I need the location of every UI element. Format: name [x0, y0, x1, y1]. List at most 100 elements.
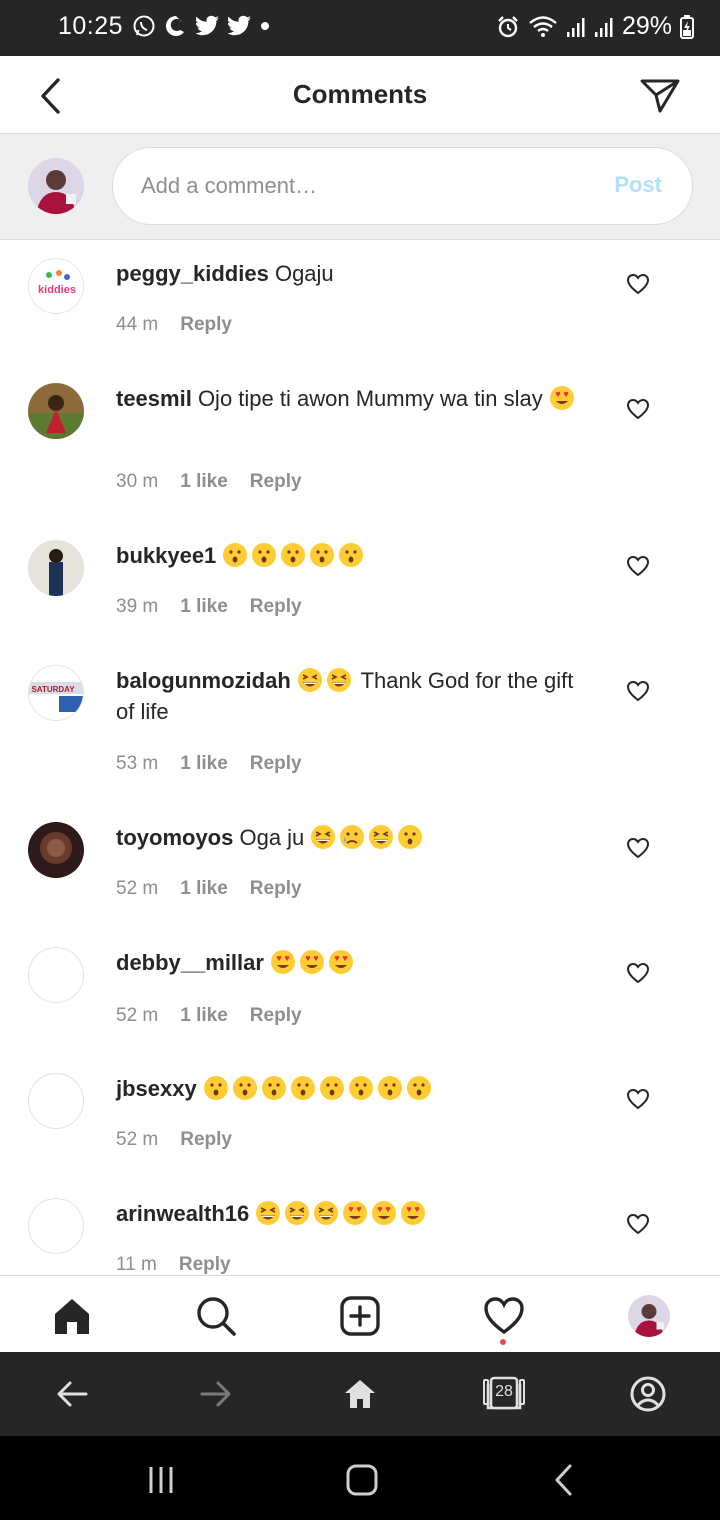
avatar[interactable]	[28, 822, 84, 878]
astonished-emoji	[223, 543, 248, 567]
astonished-emoji	[281, 543, 306, 567]
signal-icon	[594, 16, 614, 38]
like-button[interactable]	[624, 395, 652, 423]
grinning-squint-emoji	[326, 668, 351, 692]
recent-apps-button[interactable]	[139, 1458, 183, 1502]
svg-text:kiddies: kiddies	[38, 284, 76, 296]
browser-account-button[interactable]	[626, 1372, 670, 1416]
square-home-icon	[346, 1464, 378, 1496]
nav-search[interactable]	[192, 1292, 240, 1340]
comment-meta: 44 m Reply	[116, 314, 232, 336]
like-button[interactable]	[624, 270, 652, 298]
nav-home[interactable]	[48, 1292, 96, 1340]
avatar[interactable]: kiddies	[28, 258, 84, 314]
reply-button[interactable]: Reply	[250, 753, 302, 775]
system-back-button[interactable]	[542, 1458, 586, 1502]
like-button[interactable]	[624, 834, 652, 862]
page-title: Comments	[292, 79, 428, 109]
grinning-squint-emoji	[297, 668, 322, 692]
heart-eyes-emoji	[343, 1201, 368, 1225]
avatar[interactable]	[28, 947, 84, 1003]
grinning-squint-emoji	[369, 825, 394, 849]
heart-icon	[484, 1297, 524, 1335]
comment-composer: Post	[0, 134, 720, 240]
comment-likes[interactable]: 1 like	[180, 471, 228, 493]
comment-meta: 52 m Reply	[116, 1129, 232, 1151]
svg-text:SATURDAY: SATURDAY	[31, 685, 75, 694]
astonished-emoji	[261, 1076, 286, 1100]
status-time: 10:25	[58, 12, 124, 40]
comment-username[interactable]: toyomoyos	[116, 825, 233, 850]
reply-button[interactable]: Reply	[250, 1005, 302, 1027]
comment-username[interactable]: arinwealth16	[116, 1201, 249, 1226]
current-user-avatar	[28, 158, 84, 214]
post-button[interactable]: Post	[614, 172, 662, 198]
comment-username[interactable]: debby__millar	[116, 950, 264, 975]
heart-icon	[626, 1213, 650, 1235]
comment-likes[interactable]: 1 like	[180, 878, 228, 900]
comment-username[interactable]: jbsexxy	[116, 1076, 197, 1101]
comment-likes[interactable]: 1 like	[180, 1005, 228, 1027]
astonished-emoji	[203, 1076, 228, 1100]
astonished-emoji	[406, 1076, 431, 1100]
comment-likes[interactable]: 1 like	[180, 596, 228, 618]
comment-time: 52 m	[116, 1129, 159, 1150]
avatar[interactable]	[28, 1073, 84, 1129]
comment-text: bukkyee1	[116, 540, 596, 571]
heart-icon	[626, 273, 650, 295]
system-home-button[interactable]	[340, 1458, 384, 1502]
browser-home-button[interactable]	[338, 1372, 382, 1416]
avatar[interactable]	[28, 383, 84, 439]
chat-icon	[164, 14, 188, 38]
heart-icon	[626, 680, 650, 702]
avatar[interactable]: SATURDAY	[28, 665, 84, 721]
home-icon	[55, 1299, 89, 1334]
comment-meta: 11 m Reply	[116, 1254, 231, 1275]
comment-username[interactable]: teesmil	[116, 386, 192, 411]
reply-button[interactable]: Reply	[250, 471, 302, 493]
reply-button[interactable]: Reply	[179, 1254, 231, 1275]
heart-icon	[626, 555, 650, 577]
nav-create[interactable]	[336, 1292, 384, 1340]
nav-profile[interactable]	[628, 1295, 670, 1337]
arrow-left-icon	[57, 1381, 88, 1407]
comment-time: 53 m	[116, 753, 159, 774]
browser-forward-button[interactable]	[194, 1372, 238, 1416]
like-button[interactable]	[624, 959, 652, 987]
astonished-emoji	[377, 1076, 402, 1100]
heart-eyes-emoji	[549, 386, 574, 410]
share-button[interactable]	[638, 74, 682, 118]
home-icon	[345, 1380, 375, 1408]
avatar[interactable]	[28, 540, 84, 596]
like-button[interactable]	[624, 1085, 652, 1113]
avatar[interactable]	[28, 1198, 84, 1254]
battery-icon	[680, 14, 694, 39]
comment-text: peggy_kiddies Ogaju	[116, 258, 596, 289]
comment-text: balogunmozidah Thank God for the gift of…	[116, 665, 596, 727]
like-button[interactable]	[624, 552, 652, 580]
comments-header: Comments	[0, 56, 720, 134]
comment-username[interactable]: balogunmozidah	[116, 668, 291, 693]
reply-button[interactable]: Reply	[180, 1129, 232, 1151]
reply-button[interactable]: Reply	[180, 314, 232, 336]
sad-tear-emoji	[340, 825, 365, 849]
like-button[interactable]	[624, 1210, 652, 1238]
browser-back-button[interactable]	[50, 1372, 94, 1416]
comment-meta: 39 m 1 like Reply	[116, 596, 302, 618]
like-button[interactable]	[624, 677, 652, 705]
reply-button[interactable]: Reply	[250, 596, 302, 618]
comment-likes[interactable]: 1 like	[180, 753, 228, 775]
astonished-emoji	[348, 1076, 373, 1100]
signal-icon	[566, 16, 586, 38]
heart-eyes-emoji	[329, 950, 354, 974]
comment-username[interactable]: bukkyee1	[116, 543, 216, 568]
heart-icon	[626, 1088, 650, 1110]
nav-activity[interactable]	[480, 1292, 528, 1340]
tab-count: 28	[495, 1383, 513, 1400]
browser-tabs-button[interactable]: 28	[482, 1372, 526, 1416]
status-bar: 10:25 29%	[0, 0, 720, 56]
reply-button[interactable]: Reply	[250, 878, 302, 900]
dot-icon	[260, 21, 270, 31]
comment-input[interactable]	[141, 148, 581, 224]
comment-username[interactable]: peggy_kiddies	[116, 261, 269, 286]
